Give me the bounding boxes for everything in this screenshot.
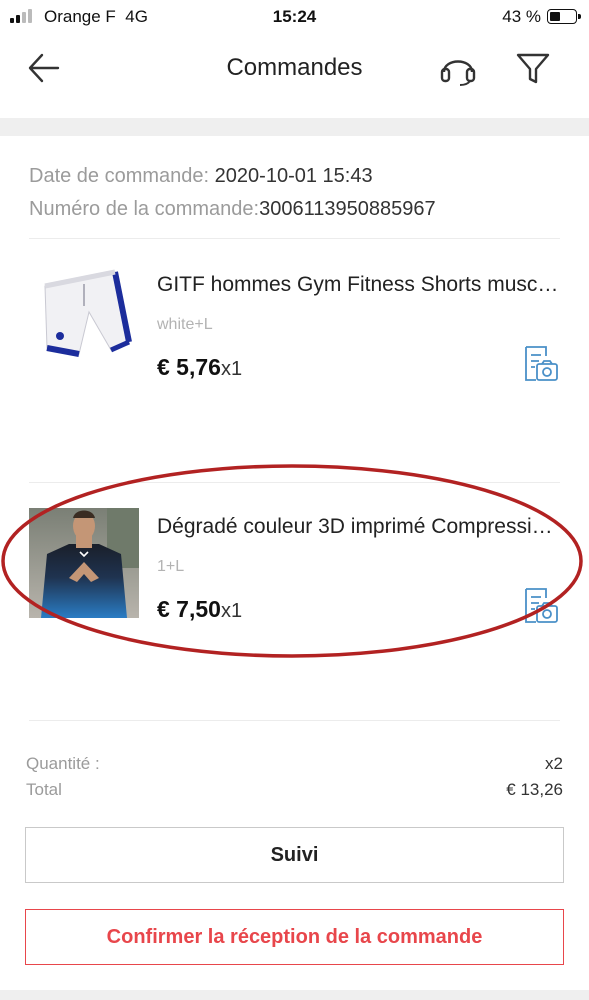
order-item[interactable]: GITF hommes Gym Fitness Shorts musculati… [0,266,589,406]
total-summary: Total € 13,26 [26,780,563,800]
battery-percent: 43 % [502,7,541,26]
order-number-value: 3006113950885967 [259,198,436,220]
quantity-label: Quantité : [26,754,100,773]
track-order-button[interactable]: Suivi [25,827,564,883]
product-price-amount: € 7,50 [157,596,221,622]
photo-review-icon[interactable] [520,586,560,626]
product-image-shorts[interactable] [29,266,139,376]
total-label: Total [26,780,62,799]
total-value: € 13,26 [506,780,563,799]
divider [29,482,560,483]
product-title[interactable]: GITF hommes Gym Fitness Shorts musculati… [157,273,562,297]
order-date-label: Date de commande: [29,165,210,187]
order-item[interactable]: Dégradé couleur 3D imprimé Compression T… [0,508,589,648]
product-image-tshirt[interactable] [29,508,139,618]
product-title[interactable]: Dégradé couleur 3D imprimé Compression T… [157,515,562,539]
confirm-receipt-button[interactable]: Confirmer la réception de la commande [25,909,564,965]
order-date-row: Date de commande: 2020-10-01 15:43 [29,160,436,193]
filter-icon[interactable] [513,48,553,88]
status-bar: Orange F 4G 15:24 43 % [0,0,589,34]
quantity-value: x2 [545,754,563,773]
bottom-band [0,990,589,1000]
headset-icon[interactable] [438,48,478,88]
product-price: € 7,50x1 [157,596,242,623]
page-title: Commandes [226,54,363,81]
product-quantity: x1 [220,358,243,380]
product-price-amount: € 5,76 [157,354,221,380]
quantity-summary: Quantité : x2 [26,754,563,774]
product-price: € 5,76x1 [157,354,242,381]
product-variant: white+L [157,316,213,333]
photo-review-icon[interactable] [520,344,560,384]
order-number-row: Numéro de la commande:3006113950885967 [29,193,436,226]
order-date-value: 2020-10-01 15:43 [214,165,373,187]
divider [29,238,560,239]
order-number-label: Numéro de la commande: [29,198,260,220]
battery-icon [547,9,581,24]
divider [29,720,560,721]
order-info: Date de commande: 2020-10-01 15:43 Numér… [29,160,436,226]
product-quantity: x1 [220,600,243,622]
nav-bar: Commandes [0,34,589,118]
product-variant: 1+L [157,558,185,575]
status-time: 15:24 [272,7,317,26]
section-separator [0,118,589,136]
